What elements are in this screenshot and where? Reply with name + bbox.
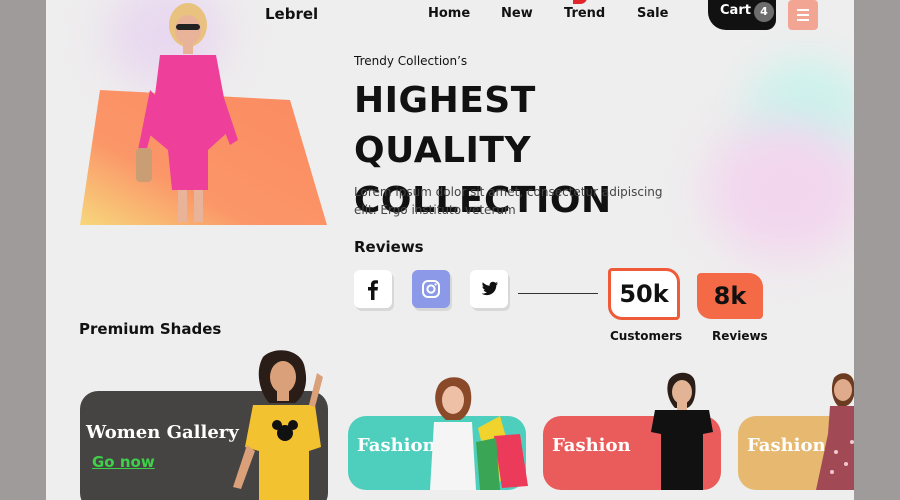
facebook-button[interactable] xyxy=(354,270,392,308)
hero-model-image xyxy=(136,3,238,222)
fashion-card-title: Fashion xyxy=(552,435,631,456)
nav-trend[interactable]: Trend xyxy=(564,6,605,21)
premium-shades-title: Premium Shades xyxy=(79,320,222,338)
reviews-stat-value: 8k xyxy=(697,273,763,319)
floral-dress-model-image xyxy=(816,373,854,490)
hero-eyebrow: Trendy Collection’s xyxy=(354,54,468,68)
instagram-icon xyxy=(422,280,440,298)
reviews-stat-label: Reviews xyxy=(712,329,768,343)
shopping-model-image xyxy=(430,377,528,490)
nav-sale[interactable]: Sale xyxy=(637,6,668,21)
gallery-title: Women Gallery xyxy=(86,422,239,443)
black-top-model-image xyxy=(651,372,713,490)
cart-button[interactable]: Cart 4 xyxy=(708,0,776,30)
trend-indicator-icon xyxy=(573,0,587,4)
cart-count-badge: 4 xyxy=(754,2,774,22)
fashion-card-sand[interactable]: Fashion xyxy=(738,373,854,490)
women-gallery-card[interactable]: Women Gallery Go now xyxy=(80,350,328,500)
cart-label: Cart xyxy=(720,3,751,18)
twitter-icon xyxy=(481,281,498,296)
hero-description: Lorem ipsum dolor sit amet, consectetur … xyxy=(354,185,663,217)
customers-stat-value: 50k xyxy=(608,268,680,320)
instagram-button[interactable] xyxy=(412,270,450,308)
landing-page: Lebrel Home New Trend Sale Cart 4 Trendy… xyxy=(46,0,854,500)
fashion-card-teal[interactable]: Fashion xyxy=(348,377,528,490)
hamburger-icon xyxy=(797,9,809,11)
facebook-icon xyxy=(368,280,378,300)
brand-logo[interactable]: Lebrel xyxy=(265,5,318,23)
go-now-link[interactable]: Go now xyxy=(92,453,155,471)
nav-home[interactable]: Home xyxy=(428,6,470,21)
decorative-blur xyxy=(706,120,854,260)
reviews-title: Reviews xyxy=(354,238,424,256)
gallery-model-image xyxy=(233,350,323,500)
nav-new[interactable]: New xyxy=(501,6,533,21)
menu-button[interactable] xyxy=(788,0,818,30)
fashion-card-red[interactable]: Fashion xyxy=(543,372,721,490)
customers-stat-label: Customers xyxy=(610,329,683,343)
twitter-button[interactable] xyxy=(470,270,508,308)
divider xyxy=(518,293,598,294)
